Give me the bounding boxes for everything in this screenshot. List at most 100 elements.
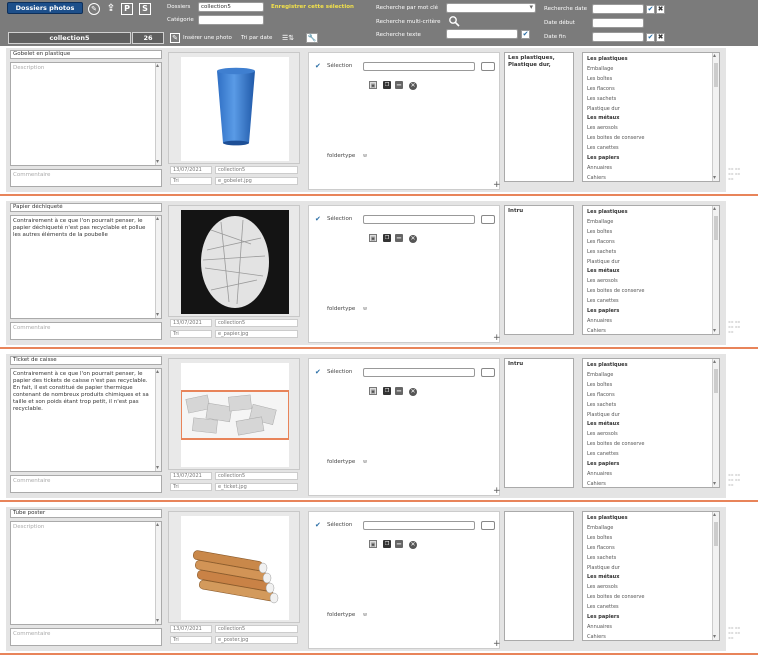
photo-comment-input[interactable]: Commentaire — [10, 628, 162, 646]
category-option[interactable]: Les flacons — [587, 545, 615, 551]
search-date-input[interactable] — [592, 4, 644, 14]
category-option[interactable]: Les canettes — [587, 451, 619, 457]
category-option[interactable]: Les boîtes — [587, 76, 612, 82]
search-date-clear-icon[interactable]: ✖ — [656, 5, 665, 14]
selection-check-icon[interactable]: ✔ — [315, 215, 321, 223]
category-option[interactable]: Annuaires — [587, 471, 612, 477]
date-end-input[interactable] — [592, 32, 644, 42]
category-option[interactable]: Les flacons — [587, 239, 615, 245]
minus-icon[interactable]: − — [395, 81, 403, 89]
photo-image[interactable] — [181, 57, 289, 161]
copy-icon[interactable]: ❐ — [383, 234, 391, 242]
category-option[interactable]: Les aerosols — [587, 278, 618, 284]
dossiers-input[interactable]: collection5 — [198, 2, 264, 12]
category-option[interactable]: Emballage — [587, 66, 613, 72]
search-text-input[interactable] — [446, 29, 518, 39]
search-icon[interactable] — [448, 15, 460, 27]
photo-image[interactable] — [181, 363, 289, 467]
selection-check-icon[interactable]: ✔ — [315, 62, 321, 70]
category-option[interactable]: Les canettes — [587, 604, 619, 610]
category-option[interactable]: Les boîtes — [587, 229, 612, 235]
photo-title-input[interactable]: Ticket de caisse — [10, 356, 162, 365]
category-option[interactable]: Les boîtes — [587, 535, 612, 541]
selection-input[interactable] — [363, 62, 475, 71]
category-option[interactable]: Les flacons — [587, 392, 615, 398]
sort-list-icon[interactable]: ☰⇅ — [282, 34, 294, 42]
category-option[interactable]: Les papiers — [587, 461, 619, 467]
selection-input[interactable] — [363, 521, 475, 530]
date-end-clear-icon[interactable]: ✖ — [656, 33, 665, 42]
description-scrollbar[interactable] — [155, 369, 161, 471]
category-option[interactable]: Les boîtes — [587, 382, 612, 388]
s-icon[interactable]: S — [139, 3, 151, 15]
category-option[interactable]: Cahiers — [587, 328, 606, 334]
category-option[interactable]: Emballage — [587, 219, 613, 225]
photo-title-input[interactable]: Tube poster — [10, 509, 162, 518]
category-option[interactable]: Emballage — [587, 372, 613, 378]
category-option[interactable]: Les plastiques — [587, 56, 628, 62]
category-listbox[interactable]: ▴ ▾ Les plastiques Emballage Les boîtes Les … — [582, 52, 720, 182]
category-option[interactable]: Annuaires — [587, 624, 612, 630]
category-option[interactable]: Les métaux — [587, 268, 619, 274]
photo-description-textarea[interactable]: Description — [10, 62, 162, 166]
category-option[interactable]: Les papiers — [587, 155, 619, 161]
search-keyword-select[interactable] — [446, 3, 536, 13]
category-option[interactable]: Plastique dur — [587, 565, 620, 571]
delete-icon[interactable]: ✕ — [409, 235, 417, 243]
image-icon[interactable]: ▣ — [369, 81, 377, 89]
category-option[interactable]: Les sachets — [587, 96, 616, 102]
category-option[interactable]: Les aerosols — [587, 584, 618, 590]
delete-icon[interactable]: ✕ — [409, 541, 417, 549]
sort-by-date-link[interactable]: Tri par date — [241, 35, 272, 41]
insert-photo-link[interactable]: Insérer une photo — [183, 35, 232, 41]
category-option[interactable]: Plastique dur — [587, 106, 620, 112]
category-option[interactable]: Les aerosols — [587, 125, 618, 131]
minus-icon[interactable]: − — [395, 540, 403, 548]
selection-check-icon[interactable]: ✔ — [315, 368, 321, 376]
photo-description-textarea[interactable]: Contrairement à ce que l'on pourrait pen… — [10, 215, 162, 319]
copy-icon[interactable]: ❐ — [383, 81, 391, 89]
category-option[interactable]: Les plastiques — [587, 209, 628, 215]
description-scrollbar[interactable] — [155, 63, 161, 165]
category-box[interactable]: Intru — [504, 358, 574, 488]
date-start-input[interactable] — [592, 18, 644, 28]
save-selection-link[interactable]: Enregistrer cette sélection — [271, 4, 354, 10]
photo-title-input[interactable]: Gobelet en plastique — [10, 50, 162, 59]
category-option[interactable]: Les métaux — [587, 115, 619, 121]
category-option[interactable]: Les boites de conserve — [587, 288, 644, 294]
add-icon[interactable]: + — [493, 181, 501, 190]
image-icon[interactable]: ▣ — [369, 387, 377, 395]
category-option[interactable]: Les métaux — [587, 574, 619, 580]
search-text-confirm-icon[interactable]: ✔ — [521, 30, 530, 39]
category-list-scrollbar[interactable]: ▴ ▾ — [712, 53, 719, 181]
copy-icon[interactable]: ❐ — [383, 387, 391, 395]
delete-icon[interactable]: ✕ — [409, 82, 417, 90]
category-option[interactable]: Les papiers — [587, 614, 619, 620]
selection-button[interactable] — [481, 62, 495, 71]
category-option[interactable]: Les sachets — [587, 402, 616, 408]
image-icon[interactable]: ▣ — [369, 234, 377, 242]
photo-image[interactable] — [181, 516, 289, 620]
category-listbox[interactable]: ▴ ▾ Les plastiques Emballage Les boîtes Les … — [582, 358, 720, 488]
category-option[interactable]: Annuaires — [587, 318, 612, 324]
category-listbox[interactable]: ▴ ▾ Les plastiques Emballage Les boîtes Les … — [582, 205, 720, 335]
category-option[interactable]: Les flacons — [587, 86, 615, 92]
date-end-confirm-icon[interactable]: ✔ — [646, 33, 655, 42]
p-icon[interactable]: P — [121, 3, 133, 15]
selection-check-icon[interactable]: ✔ — [315, 521, 321, 529]
photo-title-input[interactable]: Papier déchiqueté — [10, 203, 162, 212]
category-option[interactable]: Les métaux — [587, 421, 619, 427]
category-option[interactable]: Les sachets — [587, 555, 616, 561]
edit-icon[interactable]: ✎ — [88, 3, 100, 15]
photo-description-textarea[interactable]: Description — [10, 521, 162, 625]
search-date-confirm-icon[interactable]: ✔ — [646, 5, 655, 14]
category-option[interactable]: Les sachets — [587, 249, 616, 255]
category-list-scrollbar[interactable]: ▴ ▾ — [712, 359, 719, 487]
category-option[interactable]: Plastique dur — [587, 412, 620, 418]
category-option[interactable]: Les aerosols — [587, 431, 618, 437]
dossiers-photos-button[interactable]: Dossiers photos — [7, 2, 83, 14]
category-box[interactable] — [504, 511, 574, 641]
image-icon[interactable]: ▣ — [369, 540, 377, 548]
category-option[interactable]: Les papiers — [587, 308, 619, 314]
description-scrollbar[interactable] — [155, 522, 161, 624]
